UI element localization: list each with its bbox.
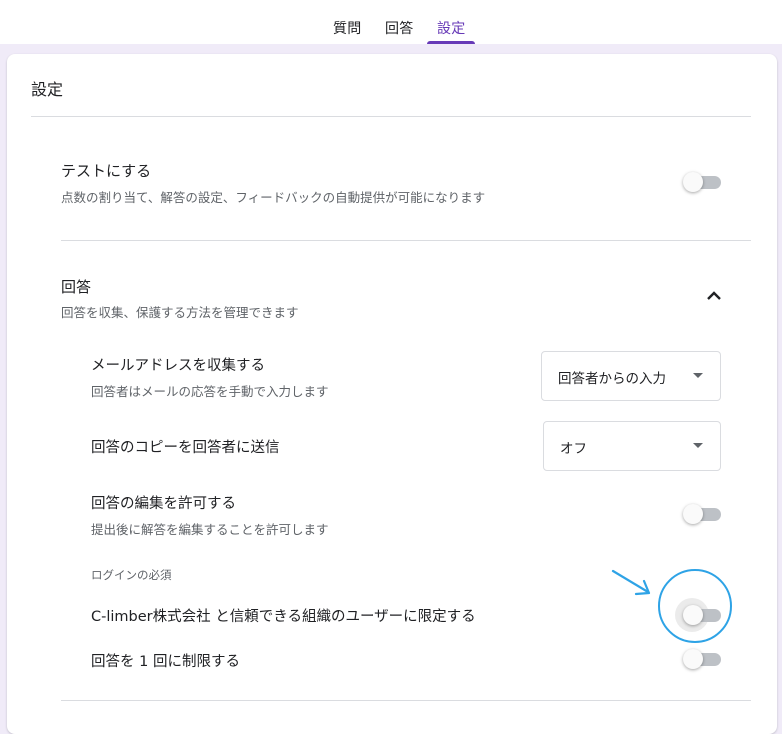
arrow-icon	[611, 569, 651, 596]
collect-email-description: 回答者はメールの応答を手動で入力します	[91, 384, 329, 399]
annotation-highlight-circle	[658, 569, 732, 643]
top-tab-bar: 質問 回答 設定	[0, 0, 782, 44]
tab-settings[interactable]: 設定	[437, 18, 466, 38]
login-section-label: ログインの必須	[91, 568, 172, 582]
toggle-knob	[683, 504, 703, 524]
collapse-responses-button[interactable]	[702, 288, 726, 304]
allow-edit-toggle[interactable]	[683, 503, 721, 525]
restrict-org-title: C-limber株式会社 と信頼できる組織のユーザーに限定する	[91, 609, 476, 625]
allow-edit-description: 提出後に解答を編集することを許可します	[91, 522, 329, 537]
active-tab-indicator	[427, 41, 475, 44]
divider	[31, 116, 751, 117]
send-copy-selected: オフ	[560, 441, 587, 457]
send-copy-title: 回答のコピーを回答者に送信	[91, 440, 280, 456]
allow-edit-title: 回答の編集を許可する	[91, 496, 236, 512]
toggle-knob	[683, 649, 703, 669]
divider	[61, 240, 751, 241]
responses-title: 回答	[61, 278, 92, 296]
collect-email-title: メールアドレスを収集する	[91, 358, 265, 374]
quiz-toggle[interactable]	[683, 171, 721, 193]
send-copy-select[interactable]: オフ	[543, 421, 721, 471]
limit-one-title: 回答を 1 回に制限する	[91, 654, 240, 670]
collect-email-selected: 回答者からの入力	[558, 371, 666, 387]
chevron-up-icon	[707, 291, 721, 300]
limit-one-toggle[interactable]	[683, 648, 721, 670]
toggle-knob	[683, 172, 703, 192]
settings-card: 設定 テストにする 点数の割り当て、解答の設定、フィードバックの自動提供が可能に…	[7, 54, 777, 734]
caret-down-icon	[693, 443, 703, 448]
caret-down-icon	[693, 373, 703, 378]
quiz-title: テストにする	[61, 162, 152, 180]
quiz-description: 点数の割り当て、解答の設定、フィードバックの自動提供が可能になります	[61, 190, 486, 205]
divider	[61, 700, 751, 701]
responses-description: 回答を収集、保護する方法を管理できます	[61, 305, 299, 320]
settings-title: 設定	[31, 80, 64, 99]
tab-questions[interactable]: 質問	[333, 18, 362, 38]
tab-responses[interactable]: 回答	[385, 18, 414, 38]
collect-email-select[interactable]: 回答者からの入力	[541, 351, 721, 401]
